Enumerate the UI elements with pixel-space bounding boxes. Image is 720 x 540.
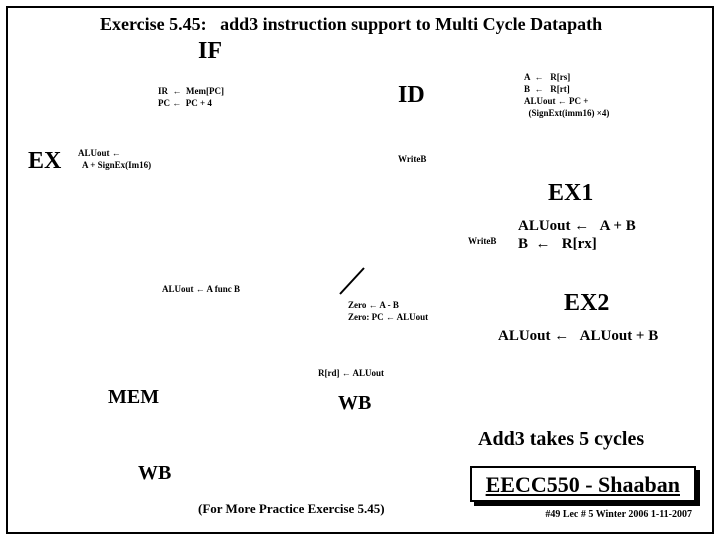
id-line1: A ← R[rs] <box>524 72 570 82</box>
ex1-line2: B ← R[rx] <box>518 236 597 253</box>
zero-line2: Zero: PC ← ALUout <box>348 312 428 322</box>
stage-EX1: EX1 <box>548 180 593 207</box>
writeB-2: WriteB <box>468 236 496 246</box>
stage-WB-bottom: WB <box>138 462 171 485</box>
if-line2: PC ← PC + 4 <box>158 98 212 108</box>
diagonal-line-icon <box>332 262 372 302</box>
slide-frame: Exercise 5.45: add3 instruction support … <box>6 6 714 534</box>
writeB-1: WriteB <box>398 154 426 164</box>
for-more: (For More Practice Exercise 5.45) <box>198 501 385 517</box>
footer-box: EECC550 - Shaaban <box>470 466 696 502</box>
id-line4: (SignExt(imm16) ×4) <box>524 108 609 118</box>
footer-sub: #49 Lec # 5 Winter 2006 1-11-2007 <box>545 509 692 520</box>
stage-EX: EX <box>28 148 61 175</box>
title-line1: Exercise 5.45: add3 instruction support … <box>100 14 602 35</box>
stage-ID: ID <box>398 82 425 109</box>
ex2-result: ALUout ← ALUout + B <box>498 328 658 345</box>
a-func-b: ALUout ← A func B <box>162 284 240 294</box>
stage-EX2: EX2 <box>564 290 609 317</box>
footer-course: EECC550 - Shaaban <box>486 472 680 497</box>
stage-MEM: MEM <box>108 386 159 409</box>
id-line2: B ← R[rt] <box>524 84 570 94</box>
id-line3: ALUout ← PC + <box>524 96 588 106</box>
ex1-line1: ALUout ← A + B <box>518 218 636 235</box>
rd-aluout: R[rd] ← ALUout <box>318 368 384 378</box>
stage-WB-top: WB <box>338 392 371 415</box>
zero-line1: Zero ← A - B <box>348 300 399 310</box>
if-line1: IR ← Mem[PC] <box>158 86 224 96</box>
stage-IF: IF <box>198 38 222 65</box>
cycles-text: Add3 takes 5 cycles <box>478 428 644 451</box>
ex-line2: A + SignEx(Im16) <box>78 160 151 170</box>
ex-line1: ALUout ← <box>78 148 121 158</box>
